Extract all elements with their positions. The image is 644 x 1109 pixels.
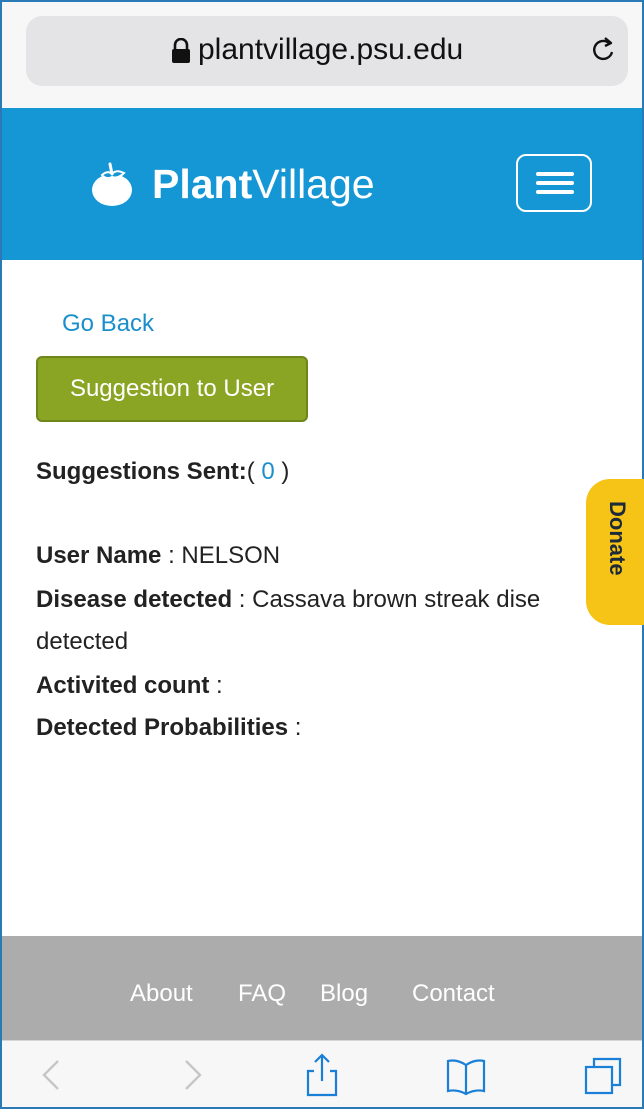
detected-probabilities-label: Detected Probabilities xyxy=(36,714,289,741)
logo-bold-text: Plant xyxy=(152,161,253,207)
share-icon[interactable] xyxy=(300,1053,344,1097)
reload-icon[interactable] xyxy=(588,34,620,66)
disease-detected-label: Disease detected xyxy=(36,586,233,613)
site-header: PlantVillage xyxy=(2,108,642,260)
logo-light-text: Village xyxy=(252,161,375,207)
footer-link-faq[interactable]: FAQ xyxy=(238,980,286,1008)
suggestion-to-user-button[interactable]: Suggestion to User xyxy=(36,356,308,422)
site-logo[interactable]: PlantVillage xyxy=(152,154,375,214)
detected-probabilities-value: : xyxy=(288,714,302,741)
donate-label: Donate xyxy=(605,501,630,576)
lock-icon xyxy=(172,38,190,63)
suggestions-sent-label: Suggestions Sent: xyxy=(36,458,247,485)
hamburger-menu-button[interactable] xyxy=(516,154,592,212)
bookmarks-icon[interactable] xyxy=(444,1053,488,1097)
site-footer: About FAQ Blog Contact xyxy=(2,936,642,1040)
activited-count-label: Activited count xyxy=(36,672,210,699)
disease-detected-value: : Cassava brown streak dise xyxy=(232,586,541,613)
url-text[interactable]: plantvillage.psu.edu xyxy=(198,32,463,68)
disease-detected-row: Disease detected : Cassava brown streak … xyxy=(36,586,540,614)
user-name-value: : NELSON xyxy=(161,542,281,569)
user-name-row: User Name : NELSON xyxy=(36,542,280,570)
activited-count-value: : xyxy=(209,672,223,699)
detected-probabilities-row: Detected Probabilities : xyxy=(36,714,301,742)
browser-toolbar xyxy=(2,1040,642,1107)
hamburger-icon xyxy=(536,172,574,176)
suggestions-sent-row: Suggestions Sent:( 0 ) xyxy=(36,458,289,486)
browser-address-area: plantvillage.psu.edu xyxy=(2,2,642,108)
footer-link-contact[interactable]: Contact xyxy=(412,980,495,1008)
suggestions-count-link[interactable]: 0 xyxy=(261,458,274,485)
back-icon[interactable] xyxy=(30,1053,74,1097)
activited-count-row: Activited count : xyxy=(36,672,223,700)
tabs-icon[interactable] xyxy=(582,1053,626,1097)
address-bar[interactable]: plantvillage.psu.edu xyxy=(26,16,628,86)
suggestions-close: ) xyxy=(274,458,290,485)
forward-icon[interactable] xyxy=(170,1053,214,1097)
donate-tab[interactable]: Donate xyxy=(586,479,644,625)
go-back-link[interactable]: Go Back xyxy=(62,310,154,338)
suggestions-open: ( xyxy=(246,458,262,485)
user-name-label: User Name xyxy=(36,542,162,569)
hamburger-icon xyxy=(536,181,574,185)
footer-link-blog[interactable]: Blog xyxy=(320,980,368,1008)
hamburger-icon xyxy=(536,190,574,194)
footer-link-about[interactable]: About xyxy=(130,980,193,1008)
disease-detected-continued: detected xyxy=(36,628,129,655)
tomato-icon[interactable] xyxy=(88,160,136,208)
